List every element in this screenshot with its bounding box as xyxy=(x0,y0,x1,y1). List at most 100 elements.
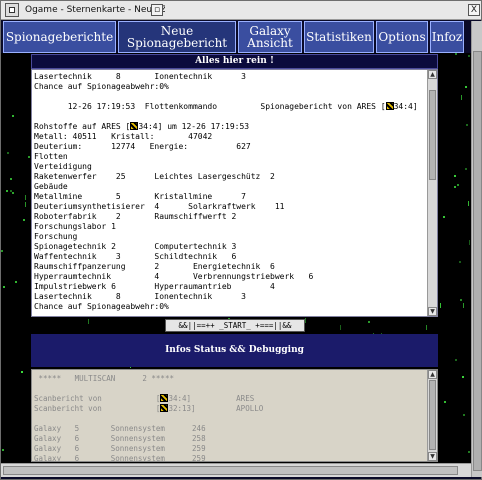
status-line: Galaxy 6 Sonnensystem 259 xyxy=(34,454,206,462)
alliance-shield-icon xyxy=(385,102,394,110)
report-line: Chance auf Spionageabwehr:0% xyxy=(34,302,169,311)
star-dot xyxy=(340,325,341,330)
star-dot xyxy=(468,201,469,206)
close-icon[interactable]: X xyxy=(468,4,480,16)
scroll-down-icon[interactable]: ▼ xyxy=(428,307,437,316)
nav-neue-spionagebericht[interactable]: Neue Spionagebericht xyxy=(118,21,236,53)
status-line xyxy=(34,414,427,424)
report-line xyxy=(34,92,427,102)
star-dot xyxy=(426,325,427,330)
star-dot xyxy=(88,319,89,324)
nav-spionageberichte[interactable]: Spionageberichte xyxy=(3,21,116,53)
report-scroll-thumb[interactable] xyxy=(429,90,436,180)
window-hscroll-thumb[interactable] xyxy=(3,466,458,475)
star-dot xyxy=(465,86,467,88)
report-line: Deuteriumsynthetisierer 4 Solarkraftwerk… xyxy=(34,202,285,211)
status-panel-header: Infos Status && Debugging xyxy=(31,334,438,367)
star-dot xyxy=(21,371,23,373)
nav-infoz[interactable]: Infoz xyxy=(430,21,464,53)
status-line: Galaxy 6 Sonnensystem 259 xyxy=(34,444,206,453)
report-line: Flotten xyxy=(34,152,68,161)
start-button[interactable]: &&||==++ _START_ +===||&& xyxy=(165,319,305,332)
star-dot xyxy=(15,281,17,283)
nav-options[interactable]: Options xyxy=(376,21,428,53)
star-dot xyxy=(463,414,465,416)
status-textarea[interactable]: ***** MULTISCAN 2 ***** Scanbericht von … xyxy=(31,369,438,462)
window-vertical-scrollbar[interactable] xyxy=(471,21,482,477)
window-horizontal-scrollbar[interactable] xyxy=(1,463,471,477)
alliance-shield-icon xyxy=(160,394,169,402)
star-dot xyxy=(460,299,462,301)
report-line: Forschung xyxy=(34,232,78,241)
star-dot xyxy=(461,95,462,100)
report-scrollbar[interactable]: ▲ ▼ xyxy=(427,70,437,316)
report-line: Gebäude xyxy=(34,182,68,191)
scroll-up-icon[interactable]: ▲ xyxy=(428,70,437,79)
window-title: Ogame - Sternenkarte - Neue Zi... xyxy=(25,5,165,15)
status-line: Scanbericht von [32:13] APOLLO xyxy=(34,404,264,413)
report-line xyxy=(34,112,427,122)
status-scroll-down-icon[interactable]: ▼ xyxy=(428,452,437,461)
report-line: Deuterium: 12774 Energie: 627 xyxy=(34,142,251,151)
report-content: Lasertechnik 8 Ionentechnik 3 Chance auf … xyxy=(34,72,427,316)
star-dot xyxy=(455,53,457,55)
star-dot xyxy=(454,175,456,177)
nav-statistiken[interactable]: Statistiken xyxy=(304,21,374,53)
report-line: Lasertechnik 8 Ionentechnik 3 xyxy=(34,72,246,81)
title-bar: Ogame - Sternenkarte - Neue Zi... ▫ X xyxy=(1,1,481,20)
star-dot xyxy=(468,451,470,453)
report-line: Waffentechnik 3 Schildtechnik 6 xyxy=(34,252,237,261)
star-dot xyxy=(2,449,4,451)
report-line: Chance auf Spionageabwehr:0% xyxy=(34,82,169,91)
star-dot xyxy=(465,168,467,170)
star-dot xyxy=(455,359,457,361)
restore-icon[interactable]: ▫ xyxy=(151,4,163,16)
report-line: Spionagetechnik 2 Computertechnik 3 xyxy=(34,242,237,251)
star-dot xyxy=(6,190,8,192)
status-line xyxy=(34,384,427,394)
status-line: Galaxy 6 Sonnensystem 258 xyxy=(34,434,206,443)
report-textarea[interactable]: Lasertechnik 8 Ionentechnik 3 Chance auf … xyxy=(31,69,438,317)
status-line: Scanbericht von [34:4] ARES xyxy=(34,394,255,403)
report-line: 12-26 17:19:53 Flottenkommando Spionageb… xyxy=(34,102,418,111)
star-dot xyxy=(10,190,12,192)
report-line: Roboterfabrik 2 Raumschiffwerft 2 xyxy=(34,212,237,221)
report-line: Raketenwerfer 25 Leichtes Lasergeschütz … xyxy=(34,172,275,181)
star-dot xyxy=(12,192,14,194)
star-dot xyxy=(466,124,468,126)
star-dot xyxy=(368,321,370,323)
window-vscroll-thumb[interactable] xyxy=(473,51,482,471)
star-dot xyxy=(1,250,3,252)
app-window: Ogame - Sternenkarte - Neue Zi... ▫ X Sp… xyxy=(0,0,482,480)
status-content: ***** MULTISCAN 2 ***** Scanbericht von … xyxy=(34,374,427,462)
report-line: Hyperraumtechnik 4 Verbrennungstriebwerk… xyxy=(34,272,314,281)
report-line: Verteidigung xyxy=(34,162,92,171)
report-line: Forschungslabor 1 xyxy=(34,222,116,231)
report-line: Metallmine 5 Kristallmine 7 xyxy=(34,192,246,201)
star-dot xyxy=(463,303,464,308)
star-dot xyxy=(454,186,456,188)
report-panel-header: Alles hier rein ! xyxy=(31,54,438,69)
report-line: Metall: 40511 Kristall: 47042 xyxy=(34,132,213,141)
star-dot xyxy=(25,202,26,207)
star-dot xyxy=(10,178,12,180)
report-line: Rohstoffe auf ARES [34:4] um 12-26 17:19… xyxy=(34,122,250,131)
window-menu-icon[interactable] xyxy=(5,3,19,17)
star-dot xyxy=(457,184,459,186)
star-dot xyxy=(468,55,470,57)
status-scroll-thumb[interactable] xyxy=(429,380,436,450)
report-line: Raumschiffpanzerung 2 Energietechnik 6 xyxy=(34,262,275,271)
status-scrollbar[interactable]: ▲ ▼ xyxy=(427,370,437,461)
main-nav: Spionageberichte Neue Spionagebericht Ga… xyxy=(3,21,481,53)
star-dot xyxy=(440,303,441,308)
star-dot xyxy=(28,156,30,158)
star-dot xyxy=(459,261,461,263)
report-line: Impulstriebwerk 6 Hyperraumantrieb 4 xyxy=(34,282,275,291)
star-dot xyxy=(462,376,464,378)
star-dot xyxy=(444,401,446,403)
star-dot xyxy=(12,115,14,117)
star-dot xyxy=(443,216,445,218)
nav-galaxy-ansicht[interactable]: Galaxy Ansicht xyxy=(238,21,302,53)
status-line: Galaxy 5 Sonnensystem 246 xyxy=(34,424,206,433)
status-scroll-up-icon[interactable]: ▲ xyxy=(428,370,437,379)
